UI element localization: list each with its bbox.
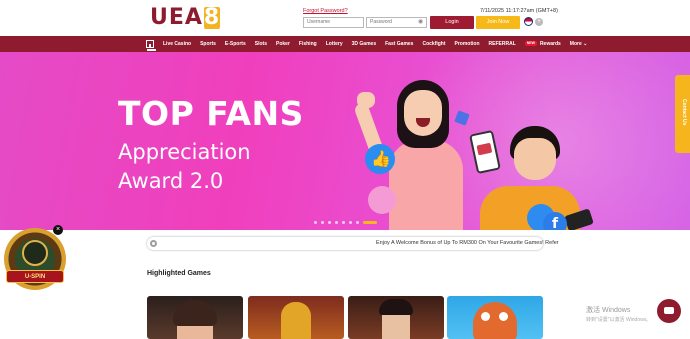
nav-items: Live Casino Sports E-Sports Slots Poker … <box>146 36 596 52</box>
banner-subtitle-line2: Award 2.0 <box>118 169 224 193</box>
woman-fist <box>357 92 375 108</box>
carousel-dots <box>314 220 381 224</box>
nav-item-3d-games[interactable]: 3D Games <box>352 36 376 52</box>
speaker-icon <box>150 240 157 247</box>
logo[interactable]: UEA8 <box>150 6 220 30</box>
announcement-marquee[interactable]: Enjoy A Welcome Bonus of Up To RM300 On … <box>147 237 559 250</box>
game-thumbnail <box>473 302 517 339</box>
home-icon[interactable] <box>146 40 154 48</box>
carousel-dot[interactable] <box>328 220 331 224</box>
nav-item-rewards[interactable]: NEW Rewards <box>524 36 561 52</box>
game-card[interactable] <box>447 296 543 339</box>
page: UEA8 Forgot Password? 7/11/2025 11:17:27… <box>0 0 690 339</box>
malaysia-flag-icon[interactable] <box>524 17 533 26</box>
eye-icon[interactable]: ◉ <box>418 19 425 26</box>
nav-item-promotion[interactable]: Promotion <box>455 36 480 52</box>
carousel-dot[interactable] <box>349 220 352 224</box>
carousel-dot[interactable] <box>335 220 338 224</box>
datetime: 7/11/2025 11:17:27am (GMT+8) <box>480 8 558 14</box>
logo-digit: 8 <box>203 5 221 30</box>
home-active-indicator <box>147 49 156 51</box>
game-card[interactable] <box>147 296 243 339</box>
forgot-password-link[interactable]: Forgot Password? <box>303 8 348 14</box>
carousel-dot[interactable] <box>342 220 345 224</box>
nav-item-live-casino[interactable]: Live Casino <box>163 36 191 52</box>
uspin-label[interactable]: U-SPIN <box>6 270 64 283</box>
nav-item-more[interactable]: More ⌄ <box>570 36 588 52</box>
nav-item-esports[interactable]: E-Sports <box>225 36 246 52</box>
uspin-wheel-center <box>22 240 48 266</box>
thumbs-up-icon <box>365 144 395 174</box>
ball-decoration-pink <box>368 186 396 214</box>
carousel-dot[interactable] <box>321 220 324 224</box>
game-thumbnail <box>281 302 311 339</box>
more-label: More <box>569 41 582 47</box>
game-thumbnail <box>173 300 217 339</box>
nav-item-poker[interactable]: Poker <box>276 36 290 52</box>
windows-activation-title: 激活 Windows <box>586 307 631 314</box>
nav-item-referral[interactable]: REFERRAL <box>489 36 516 52</box>
man-face <box>514 138 556 180</box>
banner-title: TOP FANS <box>118 94 304 133</box>
contact-us-tab[interactable]: Contact Us <box>675 75 690 153</box>
game-card[interactable] <box>248 296 344 339</box>
windows-activation-subtitle: 转到"设置"以激活 Windows。 <box>586 317 652 323</box>
close-icon[interactable]: × <box>53 225 63 235</box>
new-badge: NEW <box>524 41 537 47</box>
main-nav: Live Casino Sports E-Sports Slots Poker … <box>0 36 690 52</box>
username-input[interactable] <box>307 19 363 25</box>
marquee-text: Enjoy A Welcome Bonus of Up To RM300 On … <box>376 240 559 246</box>
join-now-button[interactable]: Join Now <box>476 16 520 29</box>
plus-icon[interactable]: + <box>535 18 543 26</box>
contact-us-label: Contact Us <box>681 99 687 126</box>
woman-face <box>404 90 442 136</box>
chevron-down-icon: ⌄ <box>583 41 588 47</box>
nav-item-sports[interactable]: Sports <box>200 36 216 52</box>
banner-subtitle-line1: Appreciation <box>118 140 251 164</box>
nav-item-slots[interactable]: Slots <box>255 36 267 52</box>
chat-icon[interactable] <box>657 299 681 323</box>
game-thumbnail <box>379 299 413 339</box>
woman-body <box>389 140 463 230</box>
login-button[interactable]: Login <box>430 16 474 29</box>
nav-item-lottery[interactable]: Lottery <box>326 36 343 52</box>
nav-item-cockfight[interactable]: Cockfight <box>422 36 445 52</box>
game-card[interactable] <box>348 296 444 339</box>
rewards-label: Rewards <box>539 41 561 47</box>
highlighted-games-title: Highlighted Games <box>147 270 211 277</box>
username-field-wrapper <box>303 17 364 28</box>
carousel-dot-active[interactable] <box>363 220 377 224</box>
carousel-dot[interactable] <box>356 220 359 224</box>
hero-banner[interactable]: TOP FANS Appreciation Award 2.0 f <box>0 52 690 230</box>
carousel-dot[interactable] <box>314 220 317 224</box>
nav-item-fast-games[interactable]: Fast Games <box>385 36 413 52</box>
logo-text: UEA <box>150 5 203 30</box>
facebook-icon: f <box>543 212 567 230</box>
header: UEA8 Forgot Password? 7/11/2025 11:17:27… <box>0 0 690 36</box>
nav-item-fishing[interactable]: Fishing <box>299 36 317 52</box>
